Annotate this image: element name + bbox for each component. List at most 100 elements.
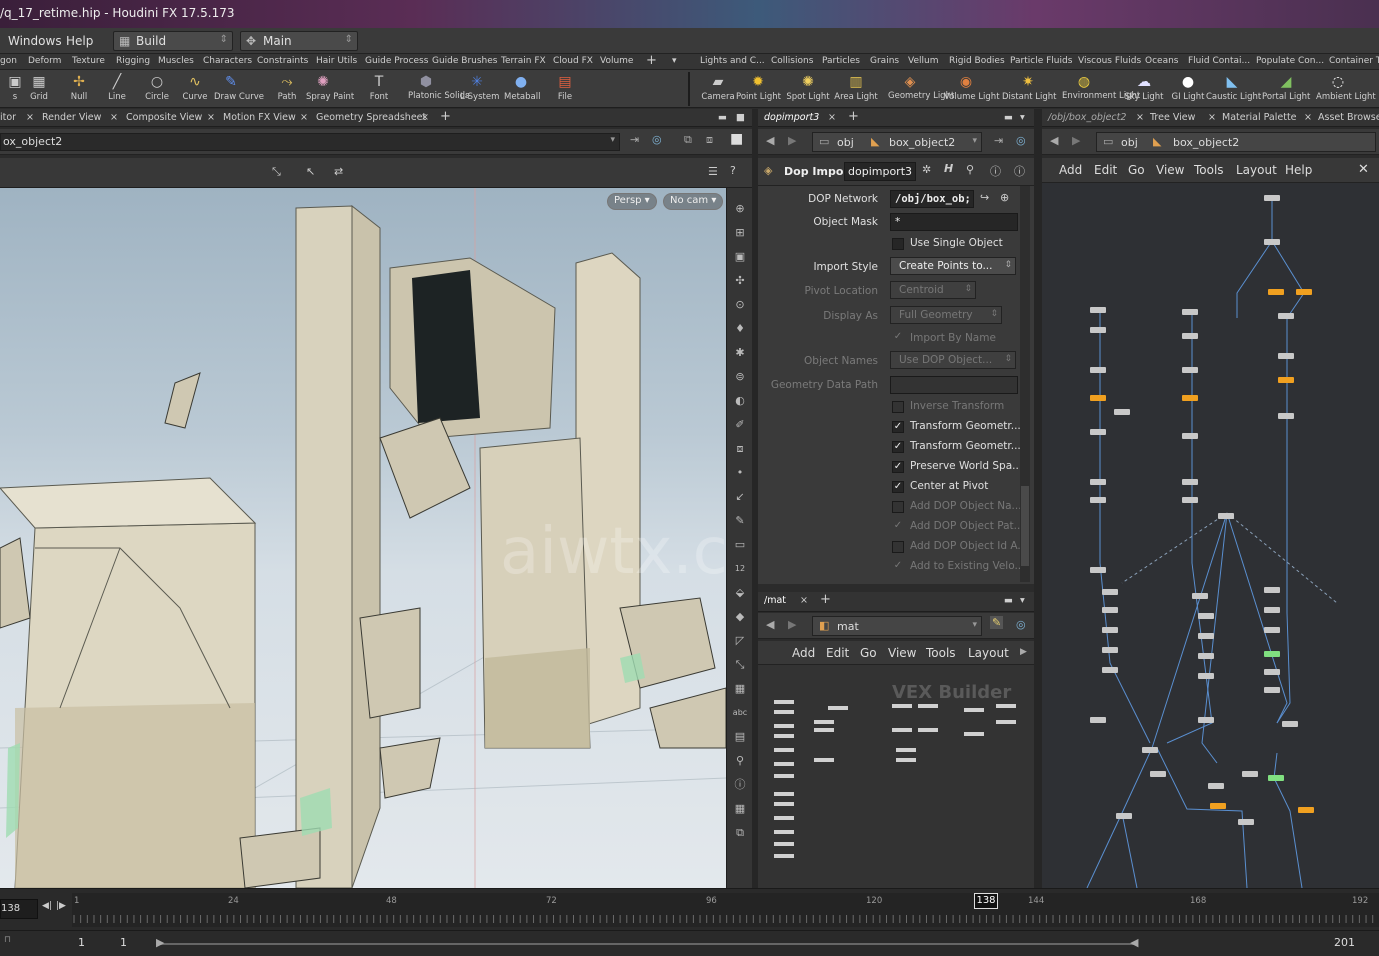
network-node[interactable] xyxy=(1090,567,1106,573)
network-node[interactable] xyxy=(1090,429,1106,435)
tab-mat[interactable]: /mat xyxy=(764,595,786,606)
network-menu-item[interactable]: Tools xyxy=(1194,163,1224,177)
network-node[interactable] xyxy=(1264,607,1280,613)
snapshot-icon[interactable]: ⧉ xyxy=(684,133,692,147)
tab-network[interactable]: Tree View xyxy=(1150,112,1195,123)
network-node[interactable] xyxy=(1198,717,1214,723)
close-icon[interactable]: × xyxy=(1304,112,1312,123)
view-icon[interactable]: ⧈ xyxy=(706,133,713,147)
material-node[interactable] xyxy=(896,748,916,752)
material-node[interactable] xyxy=(892,728,912,732)
material-network-view[interactable]: VEX Builder xyxy=(758,682,1034,888)
network-path-field[interactable]: ▭ obj ◣ box_object2 xyxy=(1096,132,1376,152)
lightbulb-icon[interactable]: ✱ xyxy=(731,344,749,362)
material-node[interactable] xyxy=(814,720,834,724)
transform-geometry-2-checkbox[interactable]: ✓ xyxy=(892,441,904,453)
network-node[interactable] xyxy=(1182,479,1198,485)
tools-icon[interactable]: ✕ xyxy=(1358,162,1369,177)
add-tab-icon[interactable]: + xyxy=(848,109,859,124)
layout-icon[interactable]: ▦ xyxy=(731,800,749,818)
tool-point-light[interactable]: ✹ Point Light xyxy=(736,72,781,102)
range-slider-track[interactable] xyxy=(160,943,1138,945)
help-icon[interactable]: ⓘ xyxy=(1014,163,1025,179)
display-tool-icon[interactable]: ▤ xyxy=(731,728,749,746)
handle-icon[interactable]: ⊞ xyxy=(731,224,749,242)
shelf-tab[interactable]: Guide Brushes xyxy=(432,56,498,66)
network-node[interactable] xyxy=(1218,513,1234,519)
jump-icon[interactable]: ↪ xyxy=(980,191,989,204)
network-node[interactable] xyxy=(1210,803,1226,809)
material-node[interactable] xyxy=(774,700,794,704)
mat-menu-item[interactable]: Layout xyxy=(968,646,1009,660)
network-node[interactable] xyxy=(1264,587,1280,593)
shelf-menu-icon[interactable]: ▾ xyxy=(672,56,677,66)
add-to-velocity-checkbox[interactable]: ✓ xyxy=(892,561,904,573)
inverse-transform-checkbox[interactable] xyxy=(892,401,904,413)
scrollbar-thumb[interactable] xyxy=(1021,486,1029,566)
material-node[interactable] xyxy=(774,792,794,796)
network-node[interactable] xyxy=(1208,783,1224,789)
shelf-tab[interactable]: Characters xyxy=(203,56,252,66)
network-node[interactable] xyxy=(1090,717,1106,723)
network-node[interactable] xyxy=(1090,479,1106,485)
shelf-tab[interactable]: gon xyxy=(0,56,17,66)
playhead-marker[interactable]: 138 xyxy=(974,893,998,909)
material-node[interactable] xyxy=(996,720,1016,724)
step-forward-icon[interactable]: |▶ xyxy=(56,901,66,911)
network-node[interactable] xyxy=(1090,327,1106,333)
material-node[interactable] xyxy=(774,774,794,778)
grid-tool-icon[interactable]: ▦ xyxy=(731,680,749,698)
viewer-path-field[interactable]: ox_object2 ▾ xyxy=(0,133,620,151)
gear-icon[interactable]: ✲ xyxy=(922,163,931,176)
network-node[interactable] xyxy=(1102,607,1118,613)
tab-viewer[interactable]: Render View xyxy=(42,112,101,123)
network-node[interactable] xyxy=(1278,413,1294,419)
network-node[interactable] xyxy=(1182,395,1198,401)
display-icon[interactable]: ■ xyxy=(730,131,743,147)
range-start[interactable]: 1 xyxy=(78,936,85,949)
mat-menu-item[interactable]: Go xyxy=(860,646,877,660)
network-node[interactable] xyxy=(1090,395,1106,401)
render-icon[interactable]: ◐ xyxy=(731,392,749,410)
tool-circle[interactable]: ○ Circle xyxy=(140,72,174,102)
material-node[interactable] xyxy=(918,728,938,732)
network-node[interactable] xyxy=(1102,627,1118,633)
tab-viewer[interactable]: Geometry Spreadsheet xyxy=(316,112,426,123)
tool-metaball[interactable]: ● Metaball xyxy=(504,72,540,102)
material-palette-icon[interactable]: ✎ xyxy=(990,616,1004,629)
tool-ambient-light[interactable]: ◌ Ambient Light xyxy=(1316,72,1376,102)
material-node[interactable] xyxy=(918,704,938,708)
network-node[interactable] xyxy=(1198,653,1214,659)
material-node[interactable] xyxy=(996,704,1016,708)
tool-curve[interactable]: ∿ Curve xyxy=(178,72,212,102)
info-icon[interactable]: ⓘ xyxy=(990,163,1001,179)
network-node[interactable] xyxy=(1116,813,1132,819)
current-frame-field[interactable]: 138 xyxy=(0,899,38,919)
object-mask-field[interactable]: * xyxy=(890,213,1018,231)
tab-dopimport3[interactable]: dopimport3 xyxy=(764,112,819,123)
pane-maximize-icon[interactable]: ▬ xyxy=(1004,112,1013,123)
drop-icon[interactable]: ⬙ xyxy=(731,584,749,602)
close-icon[interactable]: × xyxy=(421,112,429,123)
camera-icon[interactable]: ⊜ xyxy=(731,368,749,386)
add-dop-object-id-checkbox[interactable] xyxy=(892,541,904,553)
search-icon[interactable]: ⚲ xyxy=(966,163,974,176)
shelf-tab[interactable]: Rigid Bodies xyxy=(949,56,1005,66)
object-names-menu[interactable]: Use DOP Object... ⇕ xyxy=(890,351,1016,369)
tool-spot-light[interactable]: ✺ Spot Light xyxy=(786,72,830,102)
shelf-tab[interactable]: Fluid Contai... xyxy=(1188,56,1250,66)
material-node[interactable] xyxy=(814,758,834,762)
tool-camera[interactable]: ▰ Camera xyxy=(696,72,740,102)
material-node[interactable] xyxy=(964,732,984,736)
mat-menu-item[interactable]: View xyxy=(888,646,916,660)
shelf-tab[interactable]: Texture xyxy=(72,56,105,66)
network-node[interactable] xyxy=(1242,771,1258,777)
network-node[interactable] xyxy=(1278,313,1294,319)
network-node[interactable] xyxy=(1268,289,1284,295)
view-tool-icon[interactable]: ⊕ xyxy=(731,200,749,218)
tab-network[interactable]: Asset Browser xyxy=(1318,112,1379,123)
tab-viewer[interactable]: itor xyxy=(0,112,16,123)
shelf-tab[interactable]: Cloud FX xyxy=(553,56,593,66)
close-icon[interactable]: × xyxy=(110,112,118,123)
close-icon[interactable]: × xyxy=(1208,112,1216,123)
